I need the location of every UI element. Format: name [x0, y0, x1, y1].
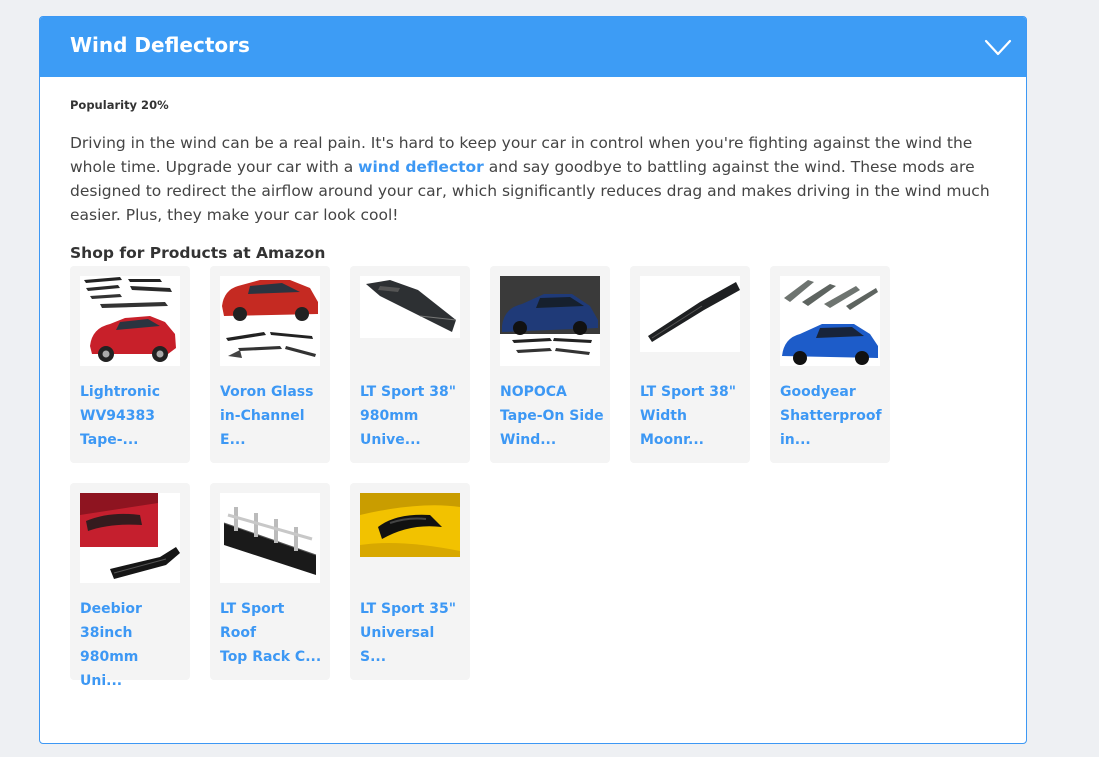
- product-card[interactable]: Lightronic WV94383 Tape-...: [70, 266, 190, 463]
- product-card[interactable]: Goodyear Shatterproof in...: [770, 266, 890, 463]
- product-name: Voron Glass in-Channel E...: [220, 384, 314, 448]
- product-image: [360, 276, 460, 366]
- wind-deflectors-panel: Wind Deflectors Popularity 20% Driving i…: [39, 16, 1027, 744]
- product-card[interactable]: Voron Glass in-Channel E...: [210, 266, 330, 463]
- product-name: NOPOCA Tape-On Side Wind...: [500, 384, 604, 448]
- product-card[interactable]: LT Sport 38" Width Moonr...: [630, 266, 750, 463]
- shop-heading: Shop for Products at Amazon: [70, 244, 326, 262]
- panel-title: Wind Deflectors: [70, 33, 250, 57]
- product-name: Lightronic WV94383 Tape-...: [80, 384, 160, 448]
- product-name: Deebior 38inch 980mm Uni...: [80, 601, 142, 689]
- product-card[interactable]: NOPOCA Tape-On Side Wind...: [490, 266, 610, 463]
- popularity-label: Popularity 20%: [70, 98, 169, 112]
- product-image: [500, 276, 600, 366]
- product-image: [780, 276, 880, 366]
- product-image: [80, 493, 180, 583]
- product-card[interactable]: LT Sport 38" 980mm Unive...: [350, 266, 470, 463]
- panel-header[interactable]: Wind Deflectors: [40, 17, 1026, 77]
- description: Driving in the wind can be a real pain. …: [70, 131, 1000, 227]
- product-image: [220, 493, 320, 583]
- product-name: LT Sport 38" 980mm Unive...: [360, 384, 456, 448]
- product-card[interactable]: LT Sport 35" Universal S...: [350, 483, 470, 680]
- product-image: [360, 493, 460, 583]
- product-name: LT Sport Roof Top Rack C...: [220, 601, 322, 665]
- product-card[interactable]: Deebior 38inch 980mm Uni...: [70, 483, 190, 689]
- product-image: [640, 276, 740, 366]
- chevron-down-icon[interactable]: [984, 39, 1012, 57]
- wind-deflector-link[interactable]: wind deflector: [358, 158, 484, 176]
- product-name: LT Sport 38" Width Moonr...: [640, 384, 736, 448]
- product-image: [220, 276, 320, 366]
- product-image: [80, 276, 180, 366]
- product-card[interactable]: LT Sport Roof Top Rack C...: [210, 483, 330, 680]
- product-name: LT Sport 35" Universal S...: [360, 601, 456, 665]
- product-name: Goodyear Shatterproof in...: [780, 384, 882, 448]
